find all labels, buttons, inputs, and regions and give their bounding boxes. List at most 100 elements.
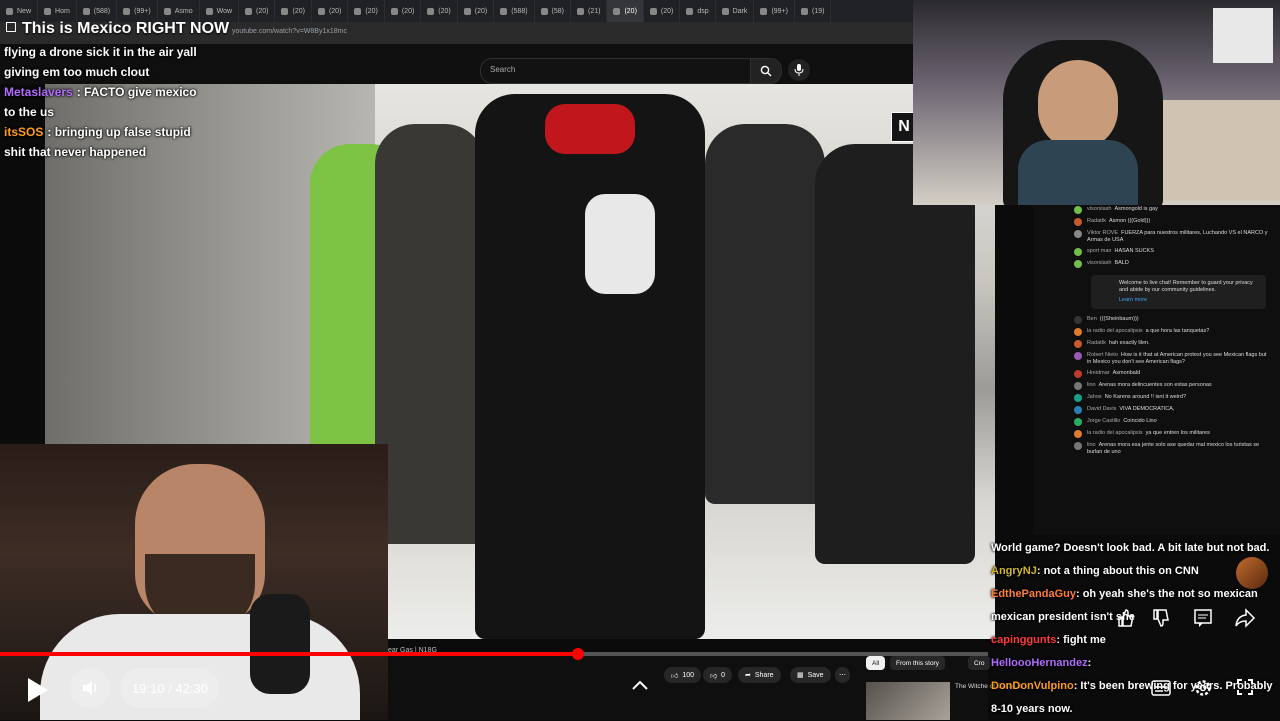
chat-text: giving em too much clout: [4, 65, 150, 79]
comments-icon[interactable]: [1193, 608, 1213, 628]
video-figure: [815, 144, 975, 564]
live-chat-text: Arenas mora esa jente solo ase quedar ma…: [1087, 442, 1260, 455]
chat-message: capinggunts: fight me: [988, 629, 1280, 652]
url-text: youtube.com/watch?v=W8By1x18mc: [232, 28, 347, 35]
chat-avatar: [1074, 442, 1082, 450]
browser-tab[interactable]: (58): [535, 0, 571, 22]
browser-tab[interactable]: (20): [607, 0, 644, 22]
live-chat-message: Viktor ROVE FUERZA para nuestros militare…: [1033, 229, 1280, 247]
save-button[interactable]: ▦ Save: [790, 667, 831, 683]
settings-icon[interactable]: [1193, 678, 1213, 698]
search-button[interactable]: [750, 58, 782, 84]
share-button[interactable]: ➦ Share: [738, 667, 781, 683]
voice-search-button[interactable]: [788, 59, 810, 81]
learn-more-link[interactable]: Learn more: [1119, 297, 1260, 304]
chip-all[interactable]: All: [866, 656, 886, 670]
browser-tab[interactable]: (20): [275, 0, 312, 22]
live-chat-message: la radio del apocalipsis a que hora las t…: [1033, 327, 1280, 339]
chat-text: : fight me: [1056, 634, 1106, 646]
tab-favicon-icon: [123, 7, 131, 15]
live-chat-body: visorslash Asmongold is gay: [1087, 206, 1158, 214]
live-chat-message: David Davis VIVA DEMOCRATICA,: [1033, 405, 1280, 417]
stream-chat-overlay-left: flying a drone sick it in the air yall gi…: [0, 42, 215, 162]
browser-tab[interactable]: (20): [644, 0, 681, 22]
chat-avatar: [1074, 230, 1082, 238]
live-chat-text: (((Sheinbaum))): [1099, 316, 1139, 322]
browser-tab[interactable]: (99+): [754, 0, 795, 22]
live-chat-body: Robert Nieto How is it that at American p…: [1087, 352, 1272, 366]
live-chat-author: la radio del apocalipsis: [1087, 328, 1143, 334]
chevron-up-icon[interactable]: [630, 678, 650, 692]
chat-text: flying a drone sick it in the air yall: [4, 45, 197, 59]
browser-tab[interactable]: (21): [571, 0, 608, 22]
browser-tab[interactable]: (19): [795, 0, 832, 22]
live-chat-author: Robert Nieto: [1087, 352, 1118, 358]
browser-tab[interactable]: Wow: [200, 0, 240, 22]
volume-icon: [83, 681, 97, 695]
chat-text: World game? Doesn't look bad. A bit late…: [991, 542, 1270, 554]
webcam-person-shirt: [1018, 140, 1138, 205]
live-chat-message: sport man HASAN SUCKS: [1033, 247, 1280, 259]
welcome-text: Welcome to live chat! Remember to guard …: [1119, 280, 1253, 293]
live-chat-message: lino Arenas mora esa jente solo ase queda…: [1033, 441, 1280, 459]
fullscreen-icon[interactable]: [1236, 678, 1254, 696]
browser-tab[interactable]: (20): [312, 0, 349, 22]
tab-favicon-icon: [649, 7, 657, 15]
live-chat-text: Asmongold is gay: [1114, 206, 1158, 212]
browser-tab[interactable]: (588): [77, 0, 118, 22]
browser-tab[interactable]: Hom: [38, 0, 77, 22]
tab-label: (20): [474, 7, 488, 15]
chat-message: itsSOS: bringing up false stupid shit th…: [4, 122, 209, 162]
progress-scrubber[interactable]: [572, 648, 584, 660]
browser-tab[interactable]: (20): [348, 0, 385, 22]
live-chat-messages-top: visorslash Asmongold is gay Radattk Asmon (…: [1033, 205, 1280, 271]
live-chat-text: Asmonbald: [1112, 370, 1141, 376]
browser-tab[interactable]: (20): [239, 0, 276, 22]
browser-tab[interactable]: Dark: [716, 0, 755, 22]
live-chat-author: Hreidmar: [1087, 370, 1110, 376]
tab-label: Hom: [55, 7, 70, 15]
tab-favicon-icon: [390, 7, 398, 15]
more-actions-button[interactable]: ⋯: [835, 667, 850, 683]
browser-tab[interactable]: (588): [494, 0, 535, 22]
chat-message: HelloooHernandez:: [988, 652, 1280, 675]
browser-tab[interactable]: New: [0, 0, 39, 22]
chat-username: capinggunts: [991, 634, 1057, 646]
recommended-video-thumbnail[interactable]: [866, 682, 950, 720]
browser-tab[interactable]: (20): [385, 0, 422, 22]
tab-favicon-icon: [686, 7, 694, 15]
thumbs-down-icon[interactable]: [1151, 608, 1171, 628]
like-button[interactable]: 👍︎ 100: [664, 667, 702, 683]
video-figure: [545, 104, 635, 154]
chat-username: EdthePandaGuy: [991, 588, 1076, 600]
video-figure: [375, 124, 485, 544]
like-count: 100: [682, 671, 695, 679]
thumbs-up-icon[interactable]: [1116, 608, 1136, 628]
tab-label: (20): [256, 7, 269, 15]
browser-tab[interactable]: (20): [421, 0, 458, 22]
tab-label: (99+): [771, 7, 788, 15]
live-chat-body: Radattk Asmon (((Gold))): [1087, 218, 1150, 226]
captions-icon[interactable]: [1151, 680, 1171, 696]
browser-tab[interactable]: (20): [458, 0, 495, 22]
tab-label: Dark: [732, 7, 748, 15]
volume-button[interactable]: [70, 668, 110, 708]
live-chat-text: Asmon (((Gold))): [1108, 218, 1151, 224]
live-chat-author: lino: [1087, 382, 1096, 388]
browser-tab[interactable]: (99+): [117, 0, 158, 22]
browser-tab[interactable]: Asmo: [158, 0, 200, 22]
live-chat-body: la radio del apocalipsis ya que entren lo…: [1087, 430, 1210, 438]
tab-label: (20): [438, 7, 451, 15]
browser-tab[interactable]: dsp: [680, 0, 716, 22]
share-arrow-icon[interactable]: [1234, 608, 1256, 628]
play-icon[interactable]: [22, 675, 52, 705]
live-chat-body: Viktor ROVE FUERZA para nuestros militare…: [1087, 230, 1272, 244]
tab-favicon-icon: [463, 7, 471, 15]
chat-message: World game? Doesn't look bad. A bit late…: [988, 537, 1280, 560]
search-input[interactable]: [480, 58, 752, 84]
dislike-button[interactable]: 👎︎ 0: [703, 667, 733, 683]
chip-from-this-story[interactable]: From this story: [890, 656, 945, 670]
live-chat-author: David Davis: [1087, 406, 1117, 412]
tab-favicon-icon: [163, 7, 171, 15]
chat-username: HelloooHernandez: [991, 657, 1088, 669]
